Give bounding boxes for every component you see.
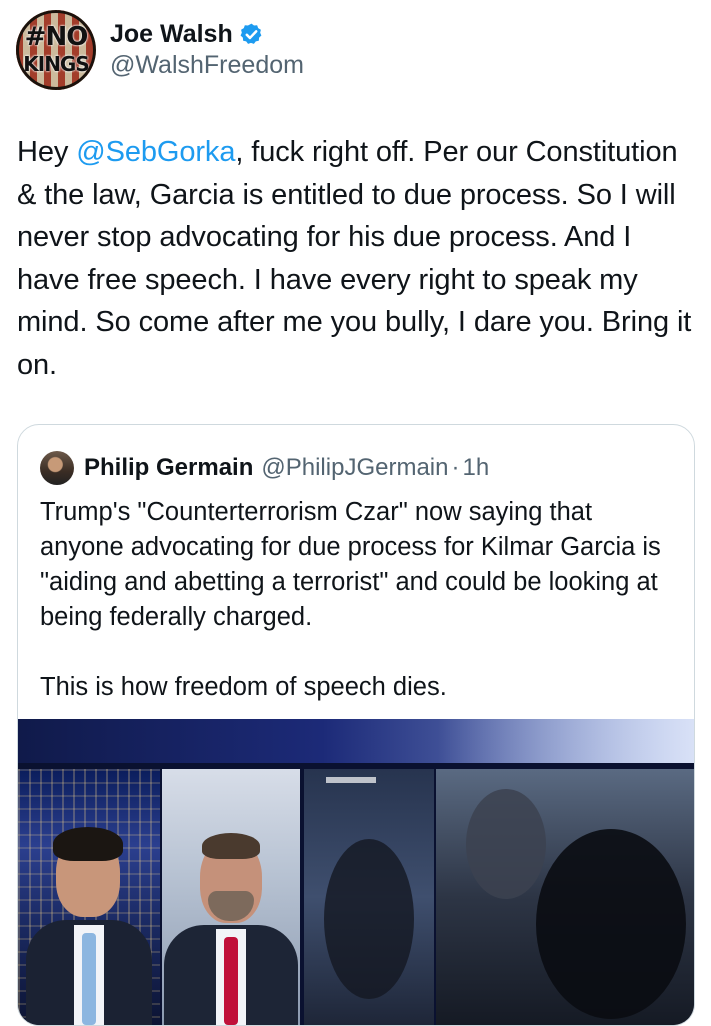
quoted-author-handle: @PhilipJGermain xyxy=(261,454,449,481)
video-top-banner-light xyxy=(438,719,694,763)
guest-tie xyxy=(224,937,238,1025)
avatar-ring xyxy=(16,10,96,90)
quoted-tweet-header: Philip Germain @PhilipJGermain · 1h xyxy=(40,451,489,485)
quoted-text-paragraph-1: Trump's "Counterterrorism Czar" now sayi… xyxy=(40,498,661,631)
quoted-tweet-card[interactable]: Philip Germain @PhilipJGermain · 1h Trum… xyxy=(17,424,695,1026)
author-handle[interactable]: @WalshFreedom xyxy=(110,49,304,81)
guest-hair xyxy=(202,833,260,859)
video-footage-label xyxy=(326,777,376,783)
quoted-tweet-text: Trump's "Counterterrorism Czar" now sayi… xyxy=(40,495,680,705)
host-tie xyxy=(82,933,96,1025)
blurred-figure xyxy=(324,839,414,999)
tweet-text-prefix: Hey xyxy=(17,136,77,168)
quoted-timestamp: 1h xyxy=(462,454,490,481)
video-panel-footage-1 xyxy=(304,769,434,1025)
tweet-text: Hey @SebGorka, fuck right off. Per our C… xyxy=(17,131,697,386)
author-names: Joe Walsh @WalshFreedom xyxy=(110,19,304,81)
mention-link[interactable]: @SebGorka xyxy=(76,136,235,168)
tweet-text-body: , fuck right off. Per our Constitution &… xyxy=(17,136,692,381)
quoted-text-paragraph-2: This is how freedom of speech dies. xyxy=(40,673,447,701)
guest-figure xyxy=(164,825,298,1025)
helmet-figure xyxy=(466,789,546,899)
video-panel-guest xyxy=(162,769,300,1025)
host-figure xyxy=(26,815,152,1025)
dark-figure xyxy=(536,829,686,1019)
tweet-author: #NO KINGS Joe Walsh @WalshFreedom xyxy=(16,8,304,92)
host-hair xyxy=(53,827,123,861)
author-display-name[interactable]: Joe Walsh xyxy=(110,19,233,49)
display-name-row: Joe Walsh xyxy=(110,19,304,49)
video-panel-footage-2 xyxy=(436,769,694,1025)
verified-badge-icon xyxy=(239,22,264,47)
quoted-tweet-video[interactable] xyxy=(18,719,694,1025)
quoted-author-name: Philip Germain xyxy=(84,454,254,481)
quoted-separator: · xyxy=(451,454,460,481)
quoted-author-avatar xyxy=(40,451,74,485)
video-panel-host xyxy=(18,769,160,1025)
author-avatar[interactable]: #NO KINGS xyxy=(16,10,96,90)
